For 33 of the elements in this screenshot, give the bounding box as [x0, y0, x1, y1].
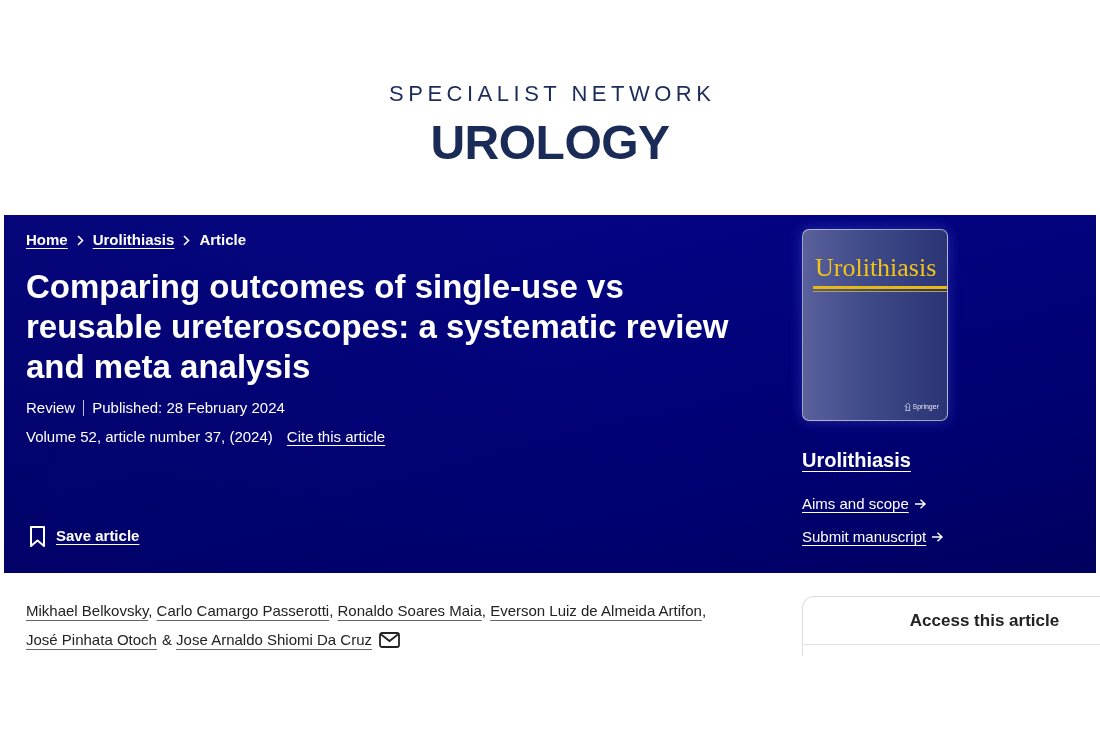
author-separator: ,: [701, 602, 707, 619]
article-meta-text: Review: [26, 398, 76, 418]
access-panel-title: Access this article: [909, 609, 1060, 632]
journal-link[interactable]: Urolithiasis: [802, 447, 911, 473]
chevron-right-icon: [76, 234, 84, 246]
breadcrumb-link[interactable]: Urolithiasis: [92, 231, 175, 249]
article-title: Comparing outcomes of single-use vs reusable ureteroscopes: a systematic review and meta analysis: [26, 267, 730, 387]
author-separator: ,: [481, 602, 486, 619]
arrow-right-icon: [914, 499, 926, 509]
author-link[interactable]: Carlo Camargo Passerotti: [156, 602, 330, 619]
cover-title: Urolithiasis: [814, 254, 937, 282]
author-link[interactable]: Jose Arnaldo Shiomi Da Cruz: [176, 631, 373, 648]
author-link[interactable]: Ronaldo Soares Maia: [337, 602, 482, 619]
chevron-right-icon: [183, 234, 191, 246]
breadcrumb-text: Article: [199, 231, 247, 249]
article-meta-text: Published: 28 February 2024: [92, 398, 285, 418]
author-separator: ,: [148, 602, 153, 619]
journal-nav-link[interactable]: Aims and scope: [802, 493, 926, 515]
save-article-button[interactable]: Save article: [26, 524, 140, 548]
chess-knight-icon: [903, 403, 911, 411]
bookmark-icon: [30, 525, 45, 547]
mail-icon[interactable]: [379, 632, 401, 649]
author-separator: ,: [329, 602, 334, 619]
journal-nav-link[interactable]: Submit manuscript: [802, 526, 944, 548]
cite-link[interactable]: Cite this article: [286, 426, 386, 448]
citation-text: Volume 52, article number 37, (2024): [26, 427, 273, 447]
author-link[interactable]: José Pinhata Otoch: [26, 631, 157, 648]
specialty-title: UROLOGY: [430, 115, 670, 171]
arrow-right-icon: [932, 532, 944, 542]
author-link[interactable]: Everson Luiz de Almeida Artifon: [490, 602, 702, 619]
author-separator: &: [161, 631, 172, 648]
breadcrumb-link[interactable]: Home: [26, 231, 68, 249]
network-label: SPECIALIST NETWORK: [388, 80, 716, 108]
